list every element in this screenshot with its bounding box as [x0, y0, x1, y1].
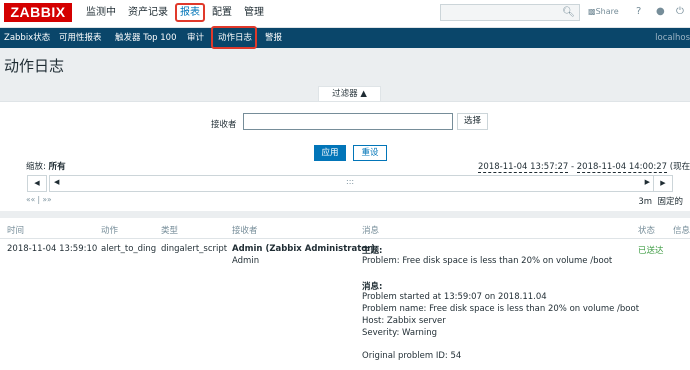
period-navigation-links[interactable]: «« | »» [26, 195, 52, 204]
highlight-reports-menu [175, 3, 205, 22]
message-line: Original problem ID: 54 [362, 351, 462, 361]
message-line: Problem name: Free disk space is less th… [362, 304, 640, 314]
search-input[interactable]: 🔍︎ [440, 4, 580, 21]
submenu-zabbix-status[interactable]: Zabbix状态 [4, 28, 50, 48]
timeline-forward-button[interactable]: ▶ [653, 175, 673, 192]
range-separator: - [568, 162, 577, 172]
cell-recipient-name: Admin (Zabbix Administrator) [232, 244, 375, 254]
timeline-scrollbar[interactable]: ◀ ::: ▶ [49, 175, 655, 192]
table-header-divider [0, 238, 690, 239]
apply-button[interactable]: 应用 [314, 145, 346, 161]
timeline-grip-icon[interactable]: ::: [346, 177, 354, 186]
top-header: ZABBIX 监测中 资产记录 报表 配置 管理 🔍︎ ▩Share ? ● ⏻ [0, 0, 690, 28]
reset-button[interactable]: 重设 [353, 145, 387, 161]
cell-status: 已送达 [638, 246, 664, 256]
time-range: 2018-11-04 13:57:27 - 2018-11-04 14:00:2… [478, 160, 690, 173]
menu-monitoring[interactable]: 监测中 [80, 0, 122, 25]
filter-panel: 接收者 选择 应用 重设 缩放: 所有 2018-11-04 13:57:27 … [0, 101, 690, 211]
submenu-notifications[interactable]: 警报 [265, 28, 282, 48]
subject-label-text: 主题: [362, 246, 383, 256]
cell-action: alert_to_ding [101, 244, 157, 254]
timeline-back-button[interactable]: ◀ [27, 175, 47, 192]
user-profile-icon[interactable]: ● [656, 6, 665, 17]
range-to[interactable]: 2018-11-04 14:00:27 [576, 162, 668, 173]
zabbix-logo[interactable]: ZABBIX [4, 3, 72, 22]
subject-text: Problem: Free disk space is less than 20… [362, 256, 613, 266]
zoom-all-link[interactable]: 所有 [49, 162, 66, 172]
filter-tab[interactable]: 过滤器 ▲ [318, 86, 381, 102]
sub-menu: Zabbix状态 可用性报表 触发器 Top 100 审计 动作日志 警报 lo… [0, 28, 690, 48]
message-line: Problem started at 13:59:07 on 2018.11.0… [362, 292, 547, 302]
fixed-toggle[interactable]: 固定的 [657, 197, 683, 207]
column-header-status: 状态 [638, 226, 656, 236]
column-header-recipient: 接收者 [232, 226, 258, 236]
share-link[interactable]: ▩Share [588, 7, 619, 16]
range-now: (现在!) [669, 162, 690, 172]
message-line: Host: Zabbix server [362, 316, 446, 326]
select-button[interactable]: 选择 [457, 113, 488, 130]
cell-type: dingalert_script [161, 244, 228, 254]
action-log-table: 时间 动作 类型 接收者 消息 状态 信息 2018-11-04 13:59:1… [0, 218, 690, 370]
timeline-right-handle-icon[interactable]: ▶ [645, 178, 650, 186]
menu-administration[interactable]: 管理 [238, 0, 270, 25]
recipients-label: 接收者 [211, 120, 237, 130]
recipient-full-name: Admin (Zabbix Administrator) [232, 244, 376, 254]
column-header-message: 消息 [362, 226, 380, 236]
range-from[interactable]: 2018-11-04 13:57:27 [478, 162, 569, 173]
subject-label: 主题: [362, 244, 382, 256]
submenu-availability-report[interactable]: 可用性报表 [59, 28, 102, 48]
column-header-type: 类型 [161, 226, 179, 236]
timeline-left-handle-icon[interactable]: ◀ [54, 178, 59, 186]
message-line: Severity: Warning [362, 328, 437, 338]
submenu-triggers-top-100[interactable]: 触发器 Top 100 [115, 28, 176, 48]
help-icon[interactable]: ? [636, 6, 641, 17]
submenu-audit[interactable]: 审计 [187, 28, 204, 48]
column-header-time: 时间 [7, 226, 25, 236]
column-header-info: 信息 [673, 226, 690, 236]
cell-time: 2018-11-04 13:59:10 [7, 244, 98, 254]
search-icon[interactable]: 🔍︎ [562, 7, 575, 18]
period-display: 3m 固定的 [638, 195, 683, 207]
menu-inventory[interactable]: 资产记录 [122, 0, 174, 25]
zoom-control: 缩放: 所有 [26, 160, 66, 172]
highlight-action-log-tab [211, 26, 257, 49]
sign-out-icon[interactable]: ⏻ [676, 6, 684, 17]
zoom-label: 缩放: [26, 162, 46, 172]
host-name: localhos [655, 33, 690, 43]
recipients-input[interactable] [243, 113, 453, 130]
menu-configuration[interactable]: 配置 [206, 0, 238, 25]
page-title: 动作日志 [4, 57, 65, 75]
column-header-action: 动作 [101, 226, 119, 236]
period-value: 3m [638, 197, 653, 207]
message-label: 消息: [362, 280, 382, 292]
cell-recipient-user: Admin [232, 256, 260, 266]
share-label: Share [595, 7, 619, 16]
timeline: ◀ ◀ ::: ▶ ▶ [27, 175, 673, 192]
message-label-text: 消息: [362, 282, 383, 292]
